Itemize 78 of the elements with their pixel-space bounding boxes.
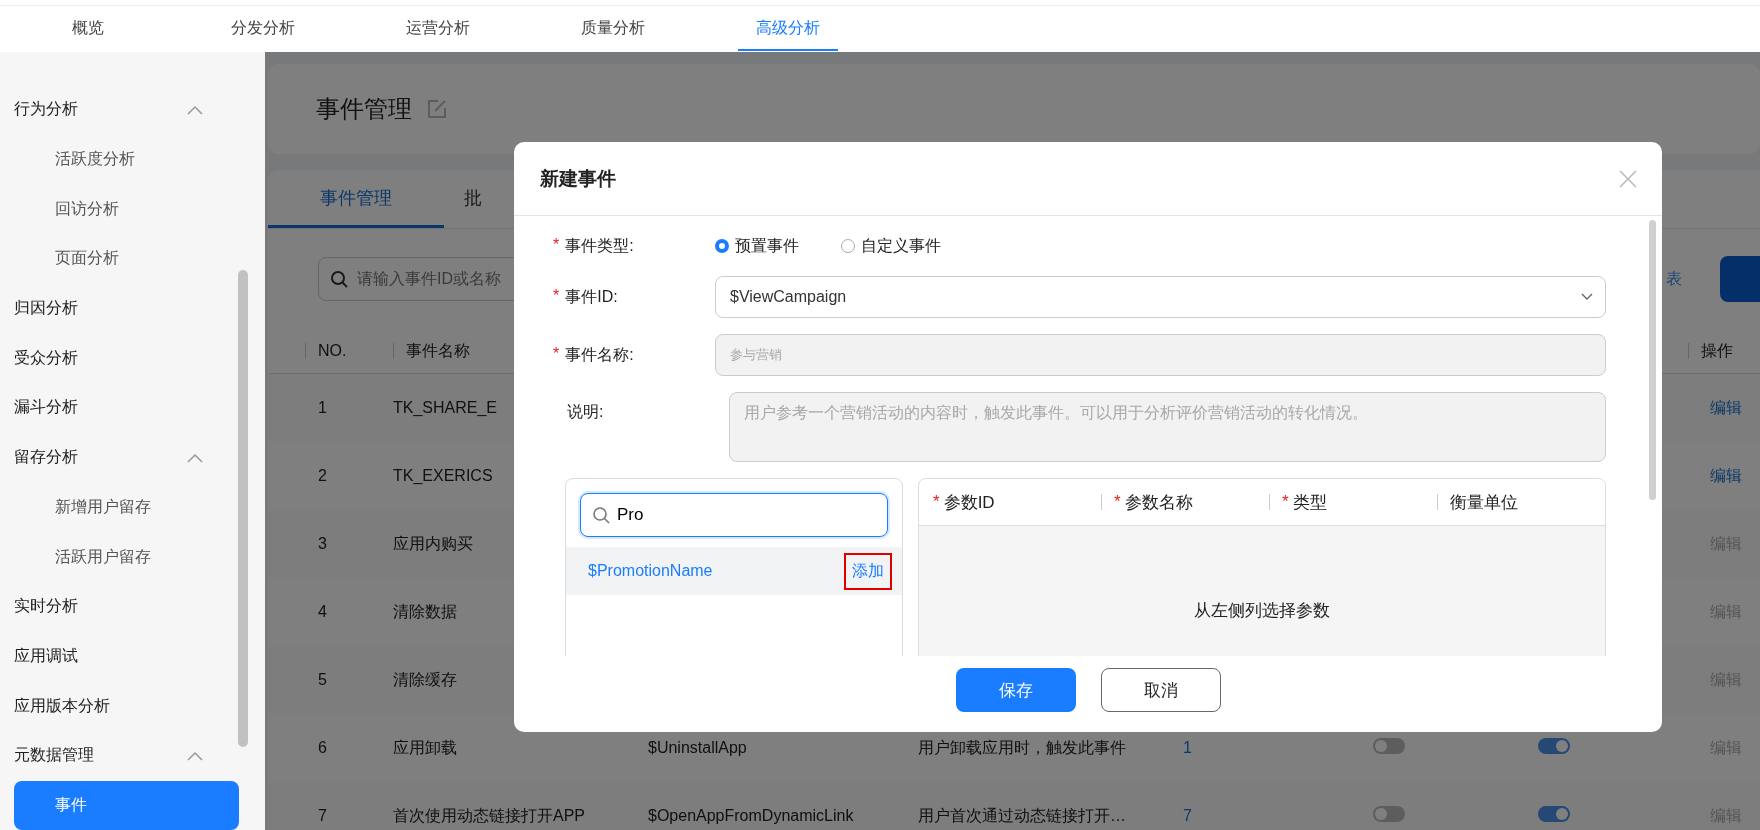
table-cell: $UninstallApp <box>648 739 747 756</box>
table-cell: TK_SHARE_E <box>393 399 498 416</box>
content-tab[interactable]: 批 <box>444 170 482 228</box>
table-cell: TK_EXERICS <box>393 467 493 484</box>
column-header: 事件名称 <box>406 340 470 361</box>
table-cell: 2 <box>318 467 327 484</box>
action-button[interactable] <box>1720 256 1760 302</box>
scrollbar[interactable] <box>238 270 248 747</box>
radio-option[interactable]: 自定义事件 <box>841 235 941 257</box>
field-label: 事件名称: <box>565 344 634 365</box>
parameter-name: $PromotionName <box>588 562 713 580</box>
table-cell: $OpenAppFromDynamicLink <box>648 807 854 824</box>
table-cell: 清除数据 <box>393 602 457 620</box>
table-cell: 用户首次通过动态链接打开… <box>918 806 1126 824</box>
table-cell: 5 <box>318 671 327 688</box>
sidebar-item[interactable]: 应用版本分析 <box>0 681 241 731</box>
parameter-search-field[interactable]: Pro <box>580 493 888 537</box>
sidebar-item[interactable]: 受众分析 <box>0 333 241 384</box>
nav-tab[interactable]: 概览 <box>37 6 138 51</box>
field-label: 事件类型: <box>565 235 634 256</box>
required-mark: * <box>553 235 560 255</box>
edit-icon[interactable] <box>426 98 448 120</box>
toggle-switch[interactable] <box>1373 738 1405 754</box>
parameter-item[interactable]: $PromotionName 添加 <box>566 547 902 595</box>
field-label: 说明: <box>567 402 604 422</box>
table-cell: 4 <box>318 603 327 620</box>
table-cell: 应用卸载 <box>393 738 457 756</box>
sidebar-item[interactable]: 活跃用户留存 <box>0 532 241 582</box>
sidebar-item[interactable]: 元数据管理 <box>0 730 241 781</box>
search-icon <box>592 506 610 524</box>
nav-tab[interactable]: 运营分析 <box>387 6 488 51</box>
close-icon[interactable] <box>1618 168 1638 189</box>
column-header: 参数名称 <box>1124 491 1193 514</box>
required-mark: * <box>933 492 940 512</box>
column-header: 操作 <box>1701 340 1733 361</box>
table-cell: 1 <box>318 399 327 416</box>
sidebar-item[interactable]: 事件 <box>14 780 239 830</box>
column-header: NO. <box>318 342 347 360</box>
save-button[interactable]: 保存 <box>955 668 1076 712</box>
table-cell: 用户卸载应用时，触发此事件 <box>918 738 1126 756</box>
toggle-switch[interactable] <box>1538 806 1570 822</box>
sidebar-item[interactable]: 漏斗分析 <box>0 383 241 433</box>
sidebar-item[interactable]: 行为分析 <box>0 85 241 135</box>
search-icon <box>330 270 348 288</box>
nav-tab[interactable]: 分发分析 <box>212 6 313 51</box>
table-cell: 6 <box>318 739 327 756</box>
column-header: 参数ID <box>943 491 995 514</box>
sidebar-item[interactable]: 页面分析 <box>0 234 241 284</box>
scrollbar[interactable] <box>1649 220 1656 500</box>
toggle-switch[interactable] <box>1373 806 1405 822</box>
add-link[interactable]: 添加 <box>844 552 892 590</box>
page-title: 事件管理 <box>316 94 412 124</box>
sidebar-item[interactable]: 实时分析 <box>0 581 241 632</box>
chevron-down-icon <box>1581 293 1593 301</box>
sidebar-item[interactable]: 应用调试 <box>0 631 241 682</box>
table-cell: 3 <box>318 535 327 552</box>
column-header: 类型 <box>1292 491 1327 514</box>
sidebar-item[interactable]: 活跃度分析 <box>0 134 241 185</box>
dialog-title: 新建事件 <box>540 166 616 191</box>
radio-option[interactable]: 预置事件 <box>715 235 799 257</box>
table-cell: 首次使用动态链接打开APP <box>393 806 585 824</box>
required-mark: * <box>1114 492 1121 512</box>
table-cell: 应用内购买 <box>393 534 473 552</box>
cancel-button[interactable]: 取消 <box>1100 668 1221 712</box>
sidebar-item[interactable]: 归因分析 <box>0 283 241 334</box>
sidebar-item[interactable]: 新增用户留存 <box>0 482 241 533</box>
event-id-select[interactable]: $ViewCampaign <box>715 276 1606 318</box>
required-mark: * <box>1282 492 1289 512</box>
required-mark: * <box>553 344 560 364</box>
nav-tab[interactable]: 质量分析 <box>562 6 663 51</box>
table-cell: 7 <box>318 807 327 824</box>
radio-button[interactable] <box>715 239 729 253</box>
column-header: 衡量单位 <box>1450 491 1518 514</box>
empty-message: 从左侧列选择参数 <box>1194 600 1330 622</box>
toggle-switch[interactable] <box>1538 738 1570 754</box>
sidebar-item[interactable]: 回访分析 <box>0 184 241 235</box>
sidebar-item[interactable]: 留存分析 <box>0 432 241 483</box>
table-cell: 清除缓存 <box>393 670 457 688</box>
